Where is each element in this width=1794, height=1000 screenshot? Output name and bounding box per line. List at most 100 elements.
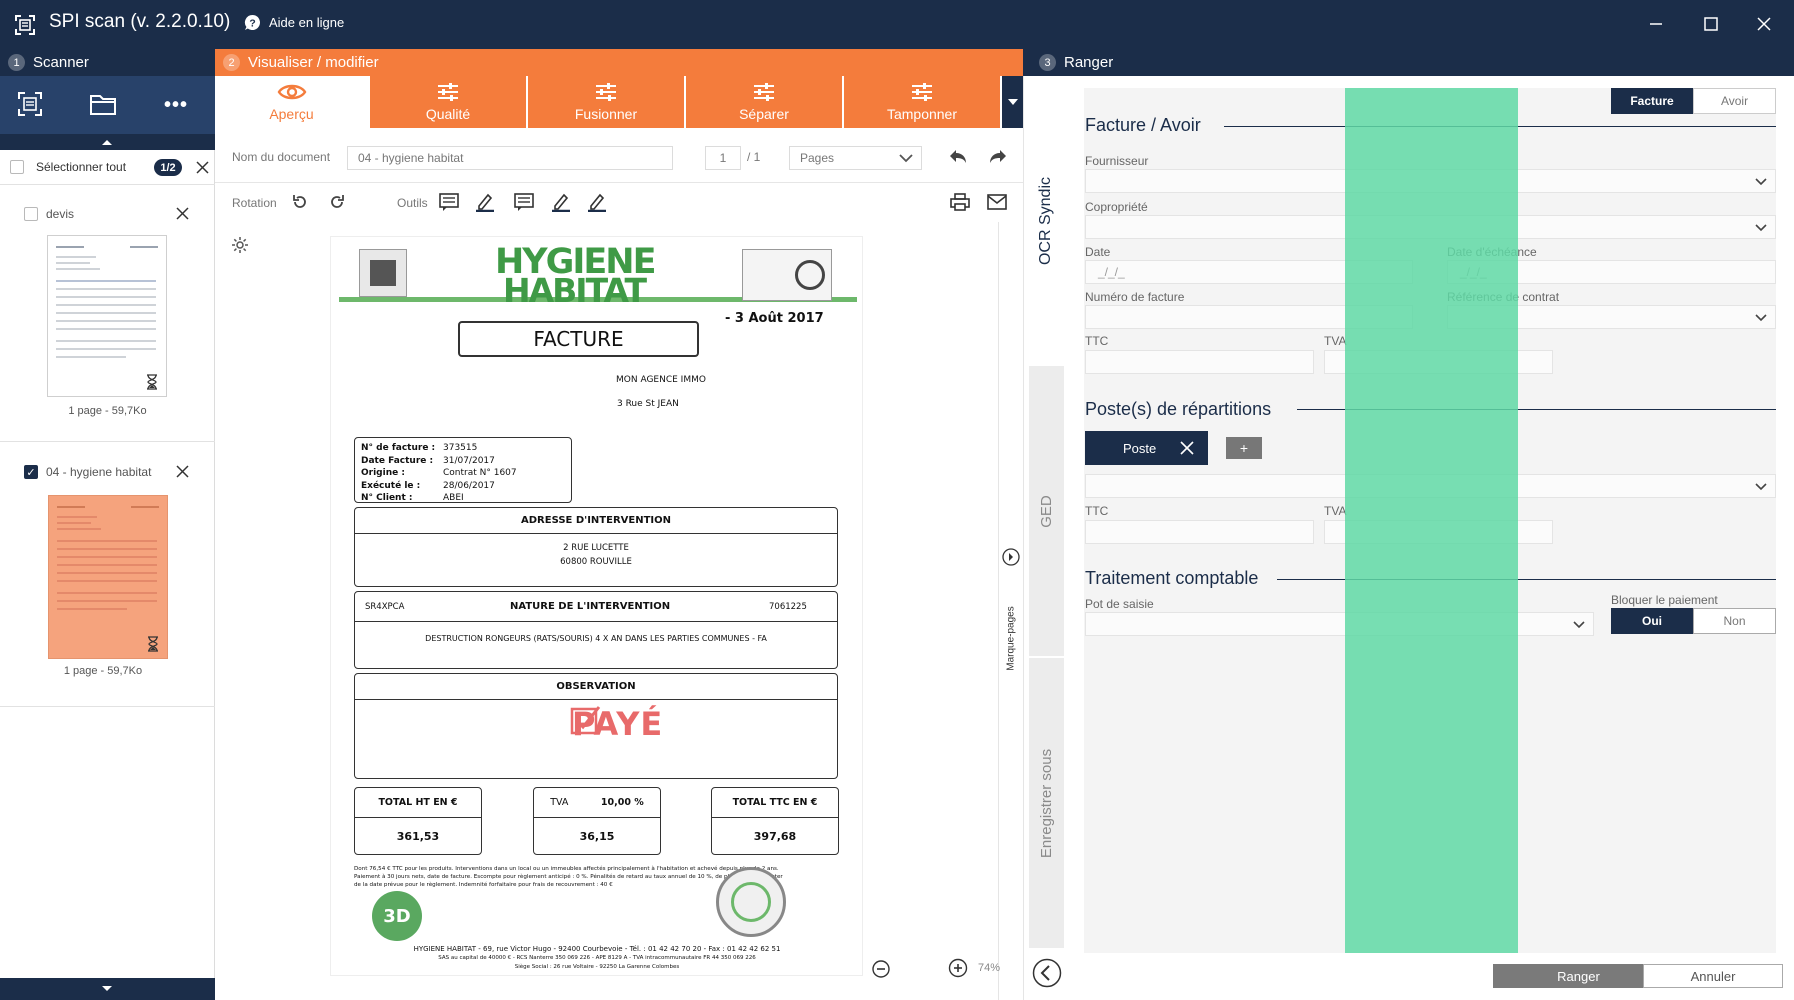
document-item[interactable]: ✓ 04 - hygiene habitat 1 page - 59,7Ko [0, 443, 215, 707]
numero-facture-label: Numéro de facture [1085, 290, 1185, 304]
info-value: Contrat N° 1607 [443, 468, 517, 478]
signature-pen-icon[interactable] [587, 192, 607, 212]
minimize-button[interactable] [1638, 8, 1674, 40]
help-link[interactable]: ? Aide en ligne [244, 14, 344, 31]
tab-apercu[interactable]: Aperçu [215, 76, 370, 128]
close-window-button[interactable] [1746, 8, 1782, 40]
rotate-left-icon[interactable] [291, 193, 309, 211]
section-number: 3 [1039, 54, 1056, 71]
add-poste-button[interactable]: + [1226, 437, 1262, 459]
sliders-icon [754, 83, 774, 101]
close-poste-icon[interactable] [1180, 441, 1194, 455]
more-options-button[interactable]: ••• [164, 94, 188, 117]
nature-code: SR4XPCA [365, 602, 405, 612]
highlight-pen-icon[interactable] [475, 192, 495, 212]
tab-ged[interactable]: GED [1029, 366, 1064, 656]
document-checkbox[interactable] [24, 207, 38, 221]
tab-enregistrer-sous[interactable]: Enregistrer sous [1029, 658, 1064, 948]
chevron-down-icon [1755, 178, 1767, 186]
open-folder-button[interactable] [89, 91, 117, 122]
redo-icon[interactable] [988, 148, 1008, 165]
tab-fusionner[interactable]: Fusionner [528, 76, 686, 128]
observation-box: OBSERVATION PAYÉ [354, 673, 838, 779]
zoom-out-icon[interactable] [872, 960, 890, 978]
tab-label: Tamponner [886, 106, 958, 122]
section-ranger-header: 3 Ranger [1023, 49, 1794, 76]
email-icon[interactable] [987, 194, 1007, 210]
facture-toggle[interactable]: Facture [1611, 88, 1693, 114]
invoice-info-box: N° de facture : 373515 Date Facture : 31/0… [354, 437, 572, 503]
bloquer-oui-toggle[interactable]: Oui [1611, 608, 1693, 634]
rotate-right-icon[interactable] [328, 193, 346, 211]
document-thumbnail[interactable] [47, 235, 167, 397]
document-item[interactable]: devis 1 page - 59,7Ko [0, 185, 215, 442]
section-label: Scanner [33, 54, 89, 71]
poste-tab[interactable]: Poste [1085, 431, 1208, 465]
company-name-bottom: HABITAT [503, 271, 647, 310]
info-label: Origine : [361, 468, 405, 478]
document-name: devis [46, 207, 75, 221]
pages-select-value: Pages [800, 151, 835, 165]
gear-icon[interactable] [231, 236, 249, 254]
tab-label: Aperçu [269, 106, 314, 122]
section-visualiser-header: 2 Visualiser / modifier [215, 49, 1023, 76]
remove-document-icon[interactable] [176, 207, 189, 220]
doc-name-input[interactable]: 04 - hygiene habitat [347, 146, 673, 170]
doc-name-label: Nom du document [232, 150, 331, 164]
pages-select[interactable]: Pages [789, 146, 922, 170]
maximize-button[interactable] [1693, 8, 1729, 40]
total-ttc-value: 397,68 [753, 830, 797, 843]
tab-label: Qualité [425, 106, 471, 122]
bloquer-non-toggle[interactable]: Non [1693, 608, 1776, 634]
section-traitement: Traitement comptable [1085, 568, 1259, 588]
poste-label: Poste [1123, 440, 1157, 456]
ttc-input[interactable] [1085, 350, 1314, 374]
rotation-label: Rotation [232, 196, 277, 210]
poste-ttc-input[interactable] [1085, 520, 1314, 544]
sliders-icon [912, 83, 932, 101]
zoom-in-icon[interactable] [948, 958, 968, 978]
bookmarks-tab[interactable]: Marque-pages [1002, 578, 1020, 698]
draw-pen-icon[interactable] [551, 192, 571, 212]
scan-button[interactable] [16, 90, 44, 123]
clear-selection-icon[interactable] [196, 161, 209, 174]
tab-ocr-syndic[interactable]: OCR Syndic [1024, 76, 1069, 366]
hourglass-icon [147, 374, 157, 390]
remove-document-icon[interactable] [176, 465, 189, 478]
page-number-input[interactable]: 1 [705, 146, 741, 170]
tab-tamponner[interactable]: Tamponner [844, 76, 1002, 128]
edit-tabs: Aperçu Qualité Fusionner Séparer Tamponn… [215, 76, 1023, 128]
tab-qualite[interactable]: Qualité [370, 76, 528, 128]
hourglass-icon [148, 636, 158, 652]
tab-separer[interactable]: Séparer [686, 76, 844, 128]
collapse-left-icon[interactable] [1032, 958, 1062, 988]
info-value: 373515 [443, 443, 478, 453]
nature-header: SR4XPCA NATURE DE L'INTERVENTION 7061225 [355, 592, 837, 622]
pot-saisie-label: Pot de saisie [1085, 597, 1154, 611]
tab-ocr-label: OCR Syndic [1037, 176, 1055, 266]
print-icon[interactable] [950, 193, 970, 211]
tabs-dropdown-button[interactable] [1002, 76, 1023, 128]
info-value: ABEI [443, 493, 464, 503]
scroll-down-button[interactable] [0, 978, 215, 1000]
app-title: SPI scan (v. 2.2.0.10) [49, 11, 231, 32]
note-icon[interactable] [514, 193, 534, 211]
chevron-down-icon [1755, 224, 1767, 232]
avoir-toggle[interactable]: Avoir [1693, 88, 1776, 114]
comment-icon[interactable] [439, 193, 459, 211]
document-thumbnail-selected[interactable] [48, 495, 168, 659]
collapse-up-button[interactable] [0, 134, 215, 150]
document-checkbox-checked[interactable]: ✓ [24, 465, 38, 479]
document-toolbar: Nom du document 04 - hygiene habitat 1 /… [215, 140, 1023, 174]
caret-up-icon [102, 140, 112, 145]
tva-box: TVA 10,00 % 36,15 [533, 787, 661, 855]
section-number: 1 [8, 54, 25, 71]
info-label: N° de facture : [361, 443, 436, 453]
expand-bookmarks-icon[interactable] [1002, 548, 1020, 566]
ranger-button[interactable]: Ranger [1493, 964, 1664, 988]
info-label: N° Client : [361, 493, 413, 503]
undo-icon[interactable] [948, 148, 968, 165]
annuler-button[interactable]: Annuler [1643, 964, 1783, 988]
info-value: 28/06/2017 [443, 480, 495, 491]
select-all-checkbox[interactable] [10, 160, 24, 174]
